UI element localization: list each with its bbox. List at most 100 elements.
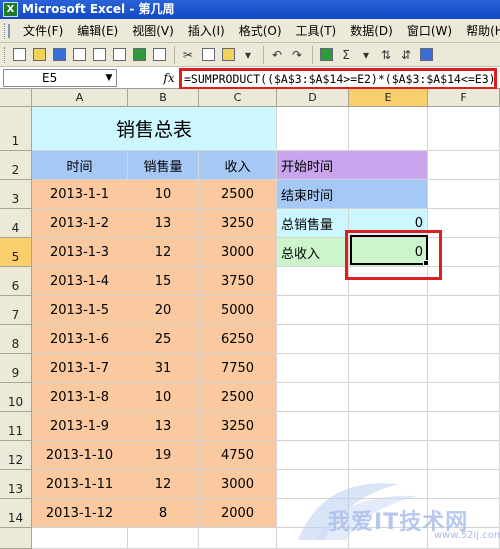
fill-handle[interactable] [423,260,429,266]
row-header-9[interactable]: 9 [0,354,32,383]
date-cell[interactable]: 2013-1-2 [32,209,128,238]
income-cell[interactable]: 3750 [199,267,277,296]
total-qty-label-cell[interactable]: 总销售量 [277,209,349,238]
document-icon[interactable] [8,23,10,38]
row-header-14[interactable]: 14 [0,499,32,528]
empty-cell[interactable] [428,354,500,383]
header-cell-qty[interactable]: 销售量 [128,151,199,180]
menu-view[interactable]: 视图(V) [125,20,181,42]
empty-cell[interactable] [277,325,349,354]
permission-icon[interactable] [70,46,88,64]
empty-cell[interactable] [277,296,349,325]
menu-tools[interactable]: 工具(T) [289,20,344,42]
format-painter-icon[interactable]: ▾ [239,46,257,64]
insert-function-icon[interactable]: fx [161,70,177,86]
empty-cell[interactable] [277,499,349,528]
income-cell[interactable]: 2500 [199,383,277,412]
date-cell[interactable]: 2013-1-8 [32,383,128,412]
sheet-title-cell[interactable]: 销售总表 [32,107,277,151]
autosum-icon[interactable]: Σ [337,46,355,64]
menu-data[interactable]: 数据(D) [343,20,400,42]
toolbar-grip[interactable] [4,22,5,39]
chart-wizard-icon[interactable] [417,46,435,64]
empty-cell[interactable] [349,296,428,325]
row-header-12[interactable]: 12 [0,441,32,470]
empty-cell[interactable] [428,325,500,354]
empty-cell[interactable] [32,528,128,549]
empty-cell[interactable] [428,499,500,528]
qty-cell[interactable]: 19 [128,441,199,470]
row-header-11[interactable]: 11 [0,412,32,441]
column-header-e[interactable]: E [349,89,428,107]
income-cell[interactable]: 4750 [199,441,277,470]
row-header-8[interactable]: 8 [0,325,32,354]
cell-f3[interactable] [428,180,500,209]
empty-cell[interactable] [349,325,428,354]
sort-descending-icon[interactable]: ⇵ [397,46,415,64]
menu-file[interactable]: 文件(F) [16,20,70,42]
empty-cell[interactable] [277,441,349,470]
row-header-1[interactable]: 1 [0,107,32,151]
menu-window[interactable]: 窗口(W) [400,20,459,42]
name-box-dropdown-icon[interactable]: ▼ [103,70,115,86]
empty-cell[interactable] [349,528,428,549]
empty-cell[interactable] [277,412,349,441]
undo-icon[interactable]: ↶ [268,46,286,64]
income-cell[interactable]: 3250 [199,412,277,441]
column-header-a[interactable]: A [32,89,128,107]
cell-e1[interactable] [349,107,428,151]
redo-icon[interactable]: ↷ [288,46,306,64]
income-cell[interactable]: 7750 [199,354,277,383]
empty-cell[interactable] [349,412,428,441]
autosum-dropdown-icon[interactable]: ▾ [357,46,375,64]
qty-cell[interactable]: 15 [128,267,199,296]
income-cell[interactable]: 3000 [199,470,277,499]
column-header-d[interactable]: D [277,89,349,107]
empty-cell[interactable] [428,528,500,549]
qty-cell[interactable]: 12 [128,238,199,267]
date-cell[interactable]: 2013-1-9 [32,412,128,441]
income-cell[interactable]: 2500 [199,180,277,209]
empty-cell[interactable] [349,441,428,470]
qty-cell[interactable]: 8 [128,499,199,528]
qty-cell[interactable]: 20 [128,296,199,325]
qty-cell[interactable]: 13 [128,412,199,441]
paste-icon[interactable] [219,46,237,64]
empty-cell[interactable] [277,470,349,499]
sort-ascending-icon[interactable]: ⇅ [377,46,395,64]
menu-format[interactable]: 格式(O) [232,20,289,42]
date-cell[interactable]: 2013-1-3 [32,238,128,267]
menu-help[interactable]: 帮助(H) [459,20,500,42]
row-header-2[interactable]: 2 [0,151,32,180]
research-icon[interactable] [150,46,168,64]
name-box[interactable]: E5 [3,69,117,87]
row-header-10[interactable]: 10 [0,383,32,412]
qty-cell[interactable]: 13 [128,209,199,238]
row-header-7[interactable]: 7 [0,296,32,325]
date-cell[interactable]: 2013-1-7 [32,354,128,383]
formula-input[interactable] [182,71,494,87]
qty-cell[interactable]: 12 [128,470,199,499]
menu-edit[interactable]: 编辑(E) [70,20,125,42]
total-income-label-cell[interactable]: 总收入 [277,238,349,267]
empty-cell[interactable] [349,470,428,499]
column-header-b[interactable]: B [128,89,199,107]
print-icon[interactable] [90,46,108,64]
date-cell[interactable]: 2013-1-11 [32,470,128,499]
income-cell[interactable]: 6250 [199,325,277,354]
header-cell-date[interactable]: 时间 [32,151,128,180]
copy-icon[interactable] [199,46,217,64]
cut-icon[interactable]: ✂ [179,46,197,64]
date-cell[interactable]: 2013-1-6 [32,325,128,354]
cell-d1[interactable] [277,107,349,151]
excel-app-icon[interactable]: X [3,2,18,17]
empty-cell[interactable] [428,441,500,470]
row-header-4[interactable]: 4 [0,209,32,238]
qty-cell[interactable]: 31 [128,354,199,383]
spelling-icon[interactable] [130,46,148,64]
empty-cell[interactable] [349,383,428,412]
column-header-c[interactable]: C [199,89,277,107]
select-all-corner[interactable] [0,89,32,107]
hyperlink-icon[interactable] [317,46,335,64]
income-cell[interactable]: 3250 [199,209,277,238]
